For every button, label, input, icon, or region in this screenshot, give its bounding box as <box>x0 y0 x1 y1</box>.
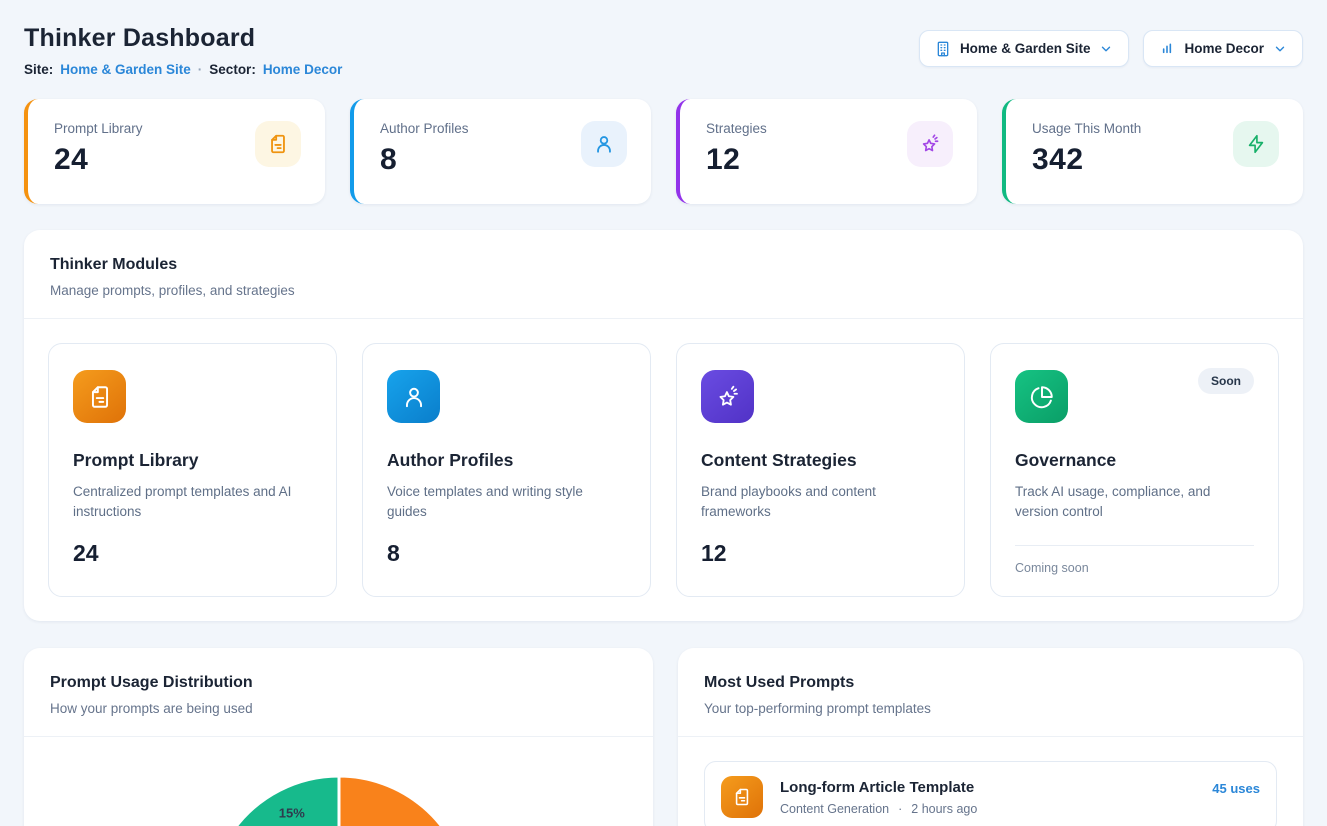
document-icon <box>255 121 301 167</box>
stat-text: Strategies 12 <box>706 121 767 182</box>
module-count: 24 <box>73 540 312 567</box>
page-title: Thinker Dashboard <box>24 24 342 53</box>
stat-card-author-profiles: Author Profiles 8 <box>350 99 651 204</box>
modules-panel-header: Thinker Modules Manage prompts, profiles… <box>24 230 1303 319</box>
stat-label: Author Profiles <box>380 121 469 136</box>
meta-separator: · <box>898 802 902 816</box>
prompts-panel-subtitle: Your top-performing prompt templates <box>704 701 1277 716</box>
divider <box>1015 545 1254 546</box>
donut-chart-svg: 15% <box>24 737 653 826</box>
stat-label: Prompt Library <box>54 121 143 136</box>
stat-value: 24 <box>54 143 143 177</box>
sector-label: Sector: <box>209 62 256 77</box>
usage-panel-subtitle: How your prompts are being used <box>50 701 627 716</box>
breadcrumb: Site: Home & Garden Site · Sector: Home … <box>24 62 342 77</box>
building-icon <box>935 41 951 57</box>
stat-card-usage: Usage This Month 342 <box>1002 99 1303 204</box>
module-description: Brand playbooks and content frameworks <box>701 482 940 523</box>
sector-selector-button[interactable]: Home Decor <box>1143 30 1303 67</box>
stats-row: Prompt Library 24 Author Profiles 8 Stra… <box>24 99 1303 204</box>
stat-label: Usage This Month <box>1032 121 1141 136</box>
star-sparkle-icon <box>701 370 754 423</box>
dashboard-page: Thinker Dashboard Site: Home & Garden Si… <box>0 0 1327 826</box>
prompts-panel-header: Most Used Prompts Your top-performing pr… <box>678 648 1303 737</box>
module-title: Governance <box>1015 450 1254 471</box>
usage-panel-title: Prompt Usage Distribution <box>50 674 627 692</box>
bar-chart-icon <box>1159 41 1175 57</box>
prompt-title: Long-form Article Template <box>780 779 1195 796</box>
stat-label: Strategies <box>706 121 767 136</box>
site-selector-label: Home & Garden Site <box>960 41 1091 56</box>
usage-panel-header: Prompt Usage Distribution How your promp… <box>24 648 653 737</box>
prompt-uses-badge: 45 uses <box>1212 781 1260 796</box>
module-count: 12 <box>701 540 940 567</box>
most-used-prompts-panel: Most Used Prompts Your top-performing pr… <box>678 648 1303 826</box>
prompt-category: Content Generation <box>780 802 889 816</box>
soon-badge: Soon <box>1198 368 1254 394</box>
orange-segment <box>339 776 469 826</box>
star-sparkle-icon <box>907 121 953 167</box>
sector-selector-label: Home Decor <box>1184 41 1264 56</box>
prompt-list-item[interactable]: Long-form Article Template Content Gener… <box>704 761 1277 826</box>
site-label: Site: <box>24 62 53 77</box>
sector-link[interactable]: Home Decor <box>263 62 343 77</box>
module-card-prompt-library[interactable]: Prompt Library Centralized prompt templa… <box>48 343 337 597</box>
coming-soon-text: Coming soon <box>1015 561 1254 575</box>
chevron-down-icon <box>1099 42 1113 56</box>
user-icon <box>581 121 627 167</box>
stat-value: 342 <box>1032 143 1141 177</box>
donut-segment-label: 15% <box>279 805 305 820</box>
module-title: Prompt Library <box>73 450 312 471</box>
document-icon <box>73 370 126 423</box>
bolt-icon <box>1233 121 1279 167</box>
modules-grid: Prompt Library Centralized prompt templa… <box>24 319 1303 621</box>
site-selector-button[interactable]: Home & Garden Site <box>919 30 1130 67</box>
module-title: Author Profiles <box>387 450 626 471</box>
document-icon <box>721 776 763 818</box>
header-selectors: Home & Garden Site Home Decor <box>919 30 1303 67</box>
prompt-time: 2 hours ago <box>911 802 977 816</box>
stat-card-prompt-library: Prompt Library 24 <box>24 99 325 204</box>
module-card-author-profiles[interactable]: Author Profiles Voice templates and writ… <box>362 343 651 597</box>
stat-text: Prompt Library 24 <box>54 121 143 182</box>
module-description: Centralized prompt templates and AI inst… <box>73 482 312 523</box>
prompt-meta: Content Generation · 2 hours ago <box>780 802 1195 816</box>
module-count: 8 <box>387 540 626 567</box>
bottom-row: Prompt Usage Distribution How your promp… <box>24 648 1303 826</box>
breadcrumb-separator: · <box>198 62 203 77</box>
module-description: Voice templates and writing style guides <box>387 482 626 523</box>
stat-value: 12 <box>706 143 767 177</box>
chevron-down-icon <box>1273 42 1287 56</box>
page-header: Thinker Dashboard Site: Home & Garden Si… <box>24 24 1303 77</box>
module-title: Content Strategies <box>701 450 940 471</box>
prompt-item-body: Long-form Article Template Content Gener… <box>780 779 1195 816</box>
stat-card-strategies: Strategies 12 <box>676 99 977 204</box>
module-card-governance[interactable]: Soon Governance Track AI usage, complian… <box>990 343 1279 597</box>
pie-chart-icon <box>1015 370 1068 423</box>
module-description: Track AI usage, compliance, and version … <box>1015 482 1254 523</box>
modules-panel-subtitle: Manage prompts, profiles, and strategies <box>50 283 1277 298</box>
prompts-panel-title: Most Used Prompts <box>704 674 1277 692</box>
prompt-list: Long-form Article Template Content Gener… <box>678 737 1303 826</box>
user-icon <box>387 370 440 423</box>
module-card-content-strategies[interactable]: Content Strategies Brand playbooks and c… <box>676 343 965 597</box>
usage-distribution-panel: Prompt Usage Distribution How your promp… <box>24 648 653 826</box>
stat-text: Usage This Month 342 <box>1032 121 1141 182</box>
thinker-modules-panel: Thinker Modules Manage prompts, profiles… <box>24 230 1303 621</box>
site-link[interactable]: Home & Garden Site <box>60 62 191 77</box>
modules-panel-title: Thinker Modules <box>50 256 1277 274</box>
usage-donut-chart: 15% <box>24 737 653 826</box>
stat-value: 8 <box>380 143 469 177</box>
stat-text: Author Profiles 8 <box>380 121 469 182</box>
header-left: Thinker Dashboard Site: Home & Garden Si… <box>24 24 342 77</box>
